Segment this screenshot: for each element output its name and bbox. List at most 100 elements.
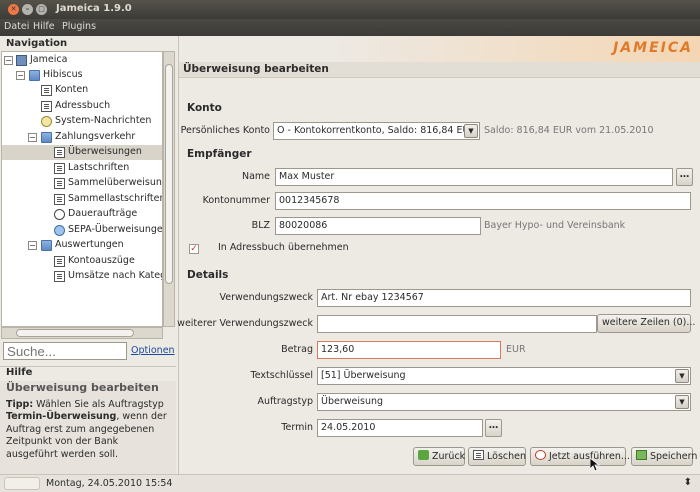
tree-item-sammelueberweisungen[interactable]: Sammelüberweisunge [2,176,162,191]
options-link[interactable]: Optionen [131,345,175,356]
help-text: Tipp: Wählen Sie als Auftragstyp Termin-… [6,398,167,460]
main-pane: JAMEICA Überweisung bearbeiten Konto Per… [177,36,700,474]
auftragstyp-select[interactable]: Überweisung ▼ [317,393,691,411]
status-indicator [4,477,40,490]
help-title: Überweisung bearbeiten [6,381,159,394]
page-title: Überweisung bearbeiten [179,62,700,78]
tree-horizontal-scrollbar[interactable] [1,327,163,339]
tree-item-label: Auswertungen [55,239,124,250]
verwendungszweck-field[interactable]: Art. Nr ebay 1234567 [317,289,691,307]
tree-item-label: Konten [55,84,89,95]
tree-item-jameica[interactable]: − Jameica [2,53,162,68]
tree-item-konten[interactable]: Konten [2,83,162,98]
tree-item-adressbuch[interactable]: Adressbuch [2,99,162,114]
tree-item-sammellastschriften[interactable]: Sammellastschriften [2,192,163,207]
adressbuch-label: In Adressbuch übernehmen [218,242,349,253]
tree-item-label: Daueraufträge [68,208,138,219]
bank-name-hint: Bayer Hypo- und Vereinsbank [484,220,626,231]
menu-datei[interactable]: Datei [4,21,29,32]
tree-item-ueberweisungen[interactable]: Überweisungen [2,145,162,160]
addressbook-picker-button[interactable]: … [676,168,693,186]
tree-item-system-nachrichten[interactable]: System-Nachrichten [2,114,162,129]
betrag-label: Betrag [281,344,313,355]
globe-icon [54,225,65,236]
tree-item-label: Jameica [30,54,68,65]
scroll-thumb[interactable] [16,329,134,337]
folder-icon [41,240,52,251]
tree-item-kontoauszuege[interactable]: Kontoauszüge [2,254,162,269]
jameica-logo: JAMEICA [613,40,693,56]
stop-icon [535,450,546,460]
tree-item-hibiscus[interactable]: − Hibiscus [2,68,162,83]
saldo-hint: Saldo: 816,84 EUR vom 21.05.2010 [484,125,654,136]
chevron-down-icon[interactable]: ▼ [675,395,689,409]
kontonummer-field[interactable]: 0012345678 [275,192,691,210]
konto-select[interactable]: O - Kontokorrentkonto, Saldo: 816,84 EUR… [273,122,480,140]
save-button[interactable]: Speichern [631,447,697,466]
tree-item-zahlungsverkehr[interactable]: − Zahlungsverkehr [2,130,162,145]
section-details: Details [187,269,229,281]
tree-item-dauerauftraege[interactable]: Daueraufträge [2,207,162,222]
tree-item-auswertungen[interactable]: − Auswertungen [2,238,162,253]
tree-item-label: Umsätze nach Katego [68,270,163,281]
delete-icon [473,450,484,460]
navigation-heading: Navigation [6,38,68,49]
section-empfaenger: Empfänger [187,148,252,160]
status-bar: Montag, 24.05.2010 15:54 ⬍ [0,474,700,492]
brand-banner: JAMEICA [179,36,700,62]
document-icon [54,163,65,174]
minimize-window-button[interactable]: – [22,4,33,15]
tree-item-label: Sammelüberweisunge [68,177,162,188]
navigation-tree: − Jameica − Hibiscus Konten Adressbuch S… [1,51,163,327]
currency-label: EUR [506,344,526,355]
execute-now-button[interactable]: Jetzt ausführen... [530,447,630,466]
weitere-zeilen-button[interactable]: weitere Zeilen (0)... [597,314,695,333]
document-icon [54,271,65,282]
blz-field[interactable]: 80020086 [275,217,481,235]
scroll-thumb[interactable] [165,64,173,284]
tree-item-sepa-ueberweisungen[interactable]: SEPA-Überweisungen [2,223,163,238]
left-pane: Navigation − Jameica − Hibiscus Konten A… [0,36,176,474]
weiterer-zweck-field[interactable] [317,315,597,333]
window-title: Jameica 1.9.0 [56,3,132,14]
section-konto: Konto [187,102,222,114]
tree-item-umsaetze-nach-kategorien[interactable]: Umsätze nach Katego [2,269,163,284]
textschluessel-label: Textschlüssel [250,370,313,381]
maximize-window-button[interactable]: □ [36,4,47,15]
collapse-icon[interactable]: − [4,56,13,65]
collapse-icon[interactable]: − [16,71,25,80]
menu-plugins[interactable]: Plugins [62,21,96,32]
tree-item-label: SEPA-Überweisungen [68,224,163,235]
termin-field[interactable]: 24.05.2010 [317,419,483,437]
chevron-down-icon[interactable]: ▼ [464,124,478,138]
adressbuch-checkbox[interactable]: ✓ [189,244,199,254]
save-icon [636,450,647,460]
tree-item-label: Sammellastschriften [68,193,163,204]
date-picker-button[interactable]: … [485,419,502,437]
close-window-button[interactable]: ✕ [8,4,19,15]
name-field[interactable]: Max Muster [275,168,673,186]
tree-item-label: Kontoauszüge [68,255,135,266]
back-button[interactable]: Zurück [413,447,465,466]
status-text: Montag, 24.05.2010 15:54 [46,478,173,489]
tree-item-lastschriften[interactable]: Lastschriften [2,161,162,176]
menu-hilfe[interactable]: Hilfe [33,21,55,32]
weiterer-zweck-label: weiterer Verwendungszweck [177,318,313,329]
collapse-icon[interactable]: − [28,241,37,250]
document-icon [54,178,65,189]
folder-icon [41,132,52,143]
collapse-icon[interactable]: − [28,133,37,142]
delete-button[interactable]: Löschen [468,447,526,466]
chevron-down-icon[interactable]: ▼ [675,369,689,383]
clock-icon [54,209,65,220]
tree-vertical-scrollbar[interactable] [163,51,175,327]
tree-item-label: Hibiscus [43,69,83,80]
expand-status-icon[interactable]: ⬍ [684,477,692,488]
textschluessel-select[interactable]: [51] Überweisung ▼ [317,367,691,385]
back-arrow-icon [418,450,429,460]
computer-icon [16,55,27,66]
name-label: Name [241,171,270,182]
document-icon [54,194,65,205]
betrag-field[interactable]: 123,60 [317,341,501,359]
search-input[interactable] [3,342,127,360]
